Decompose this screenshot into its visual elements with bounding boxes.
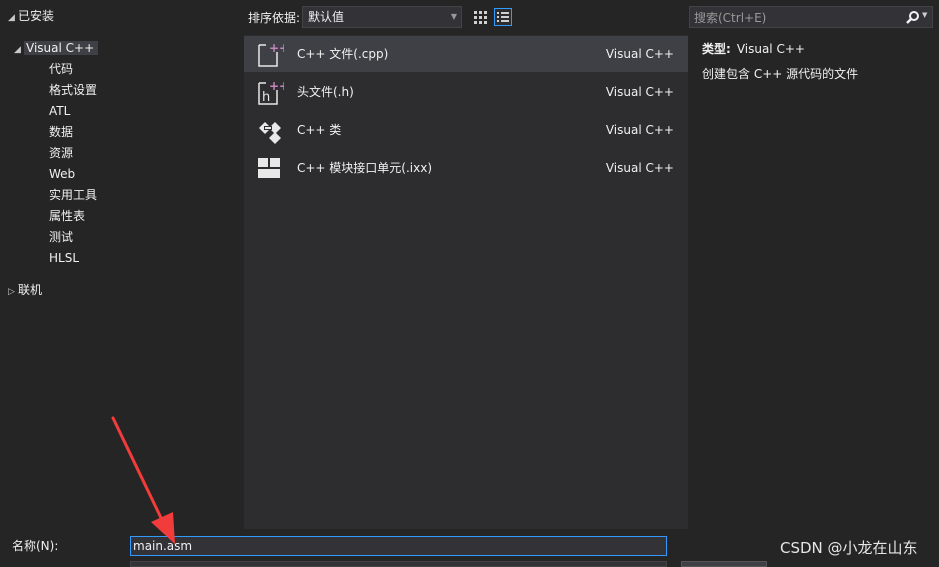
header-file-icon: h ++ xyxy=(258,79,284,105)
grid-view-icon xyxy=(474,11,487,24)
tree-item-data[interactable]: 数据 xyxy=(49,122,73,142)
svg-text:++: ++ xyxy=(269,41,284,55)
tree-item-utility[interactable]: 实用工具 xyxy=(49,185,97,205)
tree-item-visual-cpp[interactable]: ◢ Visual C++ xyxy=(14,38,99,60)
template-item-header-file[interactable]: h ++ 头文件(.h) Visual C++ xyxy=(244,74,688,110)
type-label: 类型: xyxy=(702,42,731,56)
expand-triangle-icon[interactable]: ▷ xyxy=(8,282,18,302)
search-box: ▼ xyxy=(689,6,933,29)
template-name: C++ 文件(.cpp) xyxy=(297,47,389,61)
template-language: Visual C++ xyxy=(605,161,674,175)
template-name: C++ 模块接口单元(.ixx) xyxy=(297,161,433,175)
list-view-button[interactable] xyxy=(494,8,512,26)
sort-label: 排序依据: xyxy=(248,11,301,25)
template-item-cpp-class[interactable]: C++ 类 Visual C++ xyxy=(244,112,688,148)
grid-view-button[interactable] xyxy=(471,8,489,26)
template-list: ++ C++ 文件(.cpp) Visual C++ h ++ 头文件(.h) … xyxy=(244,35,688,529)
tree-item-hlsl[interactable]: HLSL xyxy=(49,248,79,268)
watermark: CSDN @小龙在山东 xyxy=(780,539,918,557)
tree-item-label: 联机 xyxy=(18,283,43,297)
location-input[interactable] xyxy=(130,561,667,567)
template-item-module-unit[interactable]: C++ 模块接口单元(.ixx) Visual C++ xyxy=(244,150,688,186)
cpp-class-icon xyxy=(259,122,281,144)
type-value: Visual C++ xyxy=(736,42,805,56)
template-name: 头文件(.h) xyxy=(297,85,354,99)
tree-item-installed[interactable]: ◢ 已安装 xyxy=(8,6,54,26)
template-name: C++ 类 xyxy=(297,123,342,137)
tree-item-resource[interactable]: 资源 xyxy=(49,143,73,163)
tree-item-atl[interactable]: ATL xyxy=(49,101,70,121)
tree-item-label: Visual C++ xyxy=(24,41,99,55)
template-item-cpp-file[interactable]: ++ C++ 文件(.cpp) Visual C++ xyxy=(244,36,688,72)
annotation-arrow-icon xyxy=(111,416,175,544)
sort-dropdown[interactable]: 默认值 ▼ xyxy=(302,6,462,28)
name-label: 名称(N): xyxy=(12,539,59,553)
module-unit-icon xyxy=(258,158,280,178)
search-icon[interactable] xyxy=(906,10,920,24)
tree-item-code[interactable]: 代码 xyxy=(49,59,73,79)
tree-item-web[interactable]: Web xyxy=(49,164,75,184)
cpp-file-icon: ++ xyxy=(258,41,284,67)
name-input[interactable] xyxy=(130,536,667,556)
template-language: Visual C++ xyxy=(605,47,674,61)
template-type-info: 类型: Visual C++ xyxy=(702,40,805,58)
tree-item-property-sheets[interactable]: 属性表 xyxy=(49,206,85,226)
search-options-dropdown-icon[interactable]: ▼ xyxy=(922,11,927,19)
list-view-icon xyxy=(497,12,509,22)
search-input[interactable] xyxy=(690,7,896,29)
collapse-triangle-icon[interactable]: ◢ xyxy=(8,8,18,28)
tree-item-label: 已安装 xyxy=(18,9,55,23)
browse-button[interactable] xyxy=(681,561,767,567)
sort-value: 默认值 xyxy=(308,10,345,24)
template-language: Visual C++ xyxy=(605,123,674,137)
svg-text:++: ++ xyxy=(269,79,284,93)
collapse-triangle-icon[interactable]: ◢ xyxy=(14,40,24,60)
tree-item-test[interactable]: 测试 xyxy=(49,227,73,247)
tree-item-online[interactable]: ▷ 联机 xyxy=(8,280,42,300)
template-language: Visual C++ xyxy=(605,85,674,99)
template-description: 创建包含 C++ 源代码的文件 xyxy=(702,67,859,81)
tree-item-formatting[interactable]: 格式设置 xyxy=(49,80,97,100)
chevron-down-icon: ▼ xyxy=(450,12,457,21)
